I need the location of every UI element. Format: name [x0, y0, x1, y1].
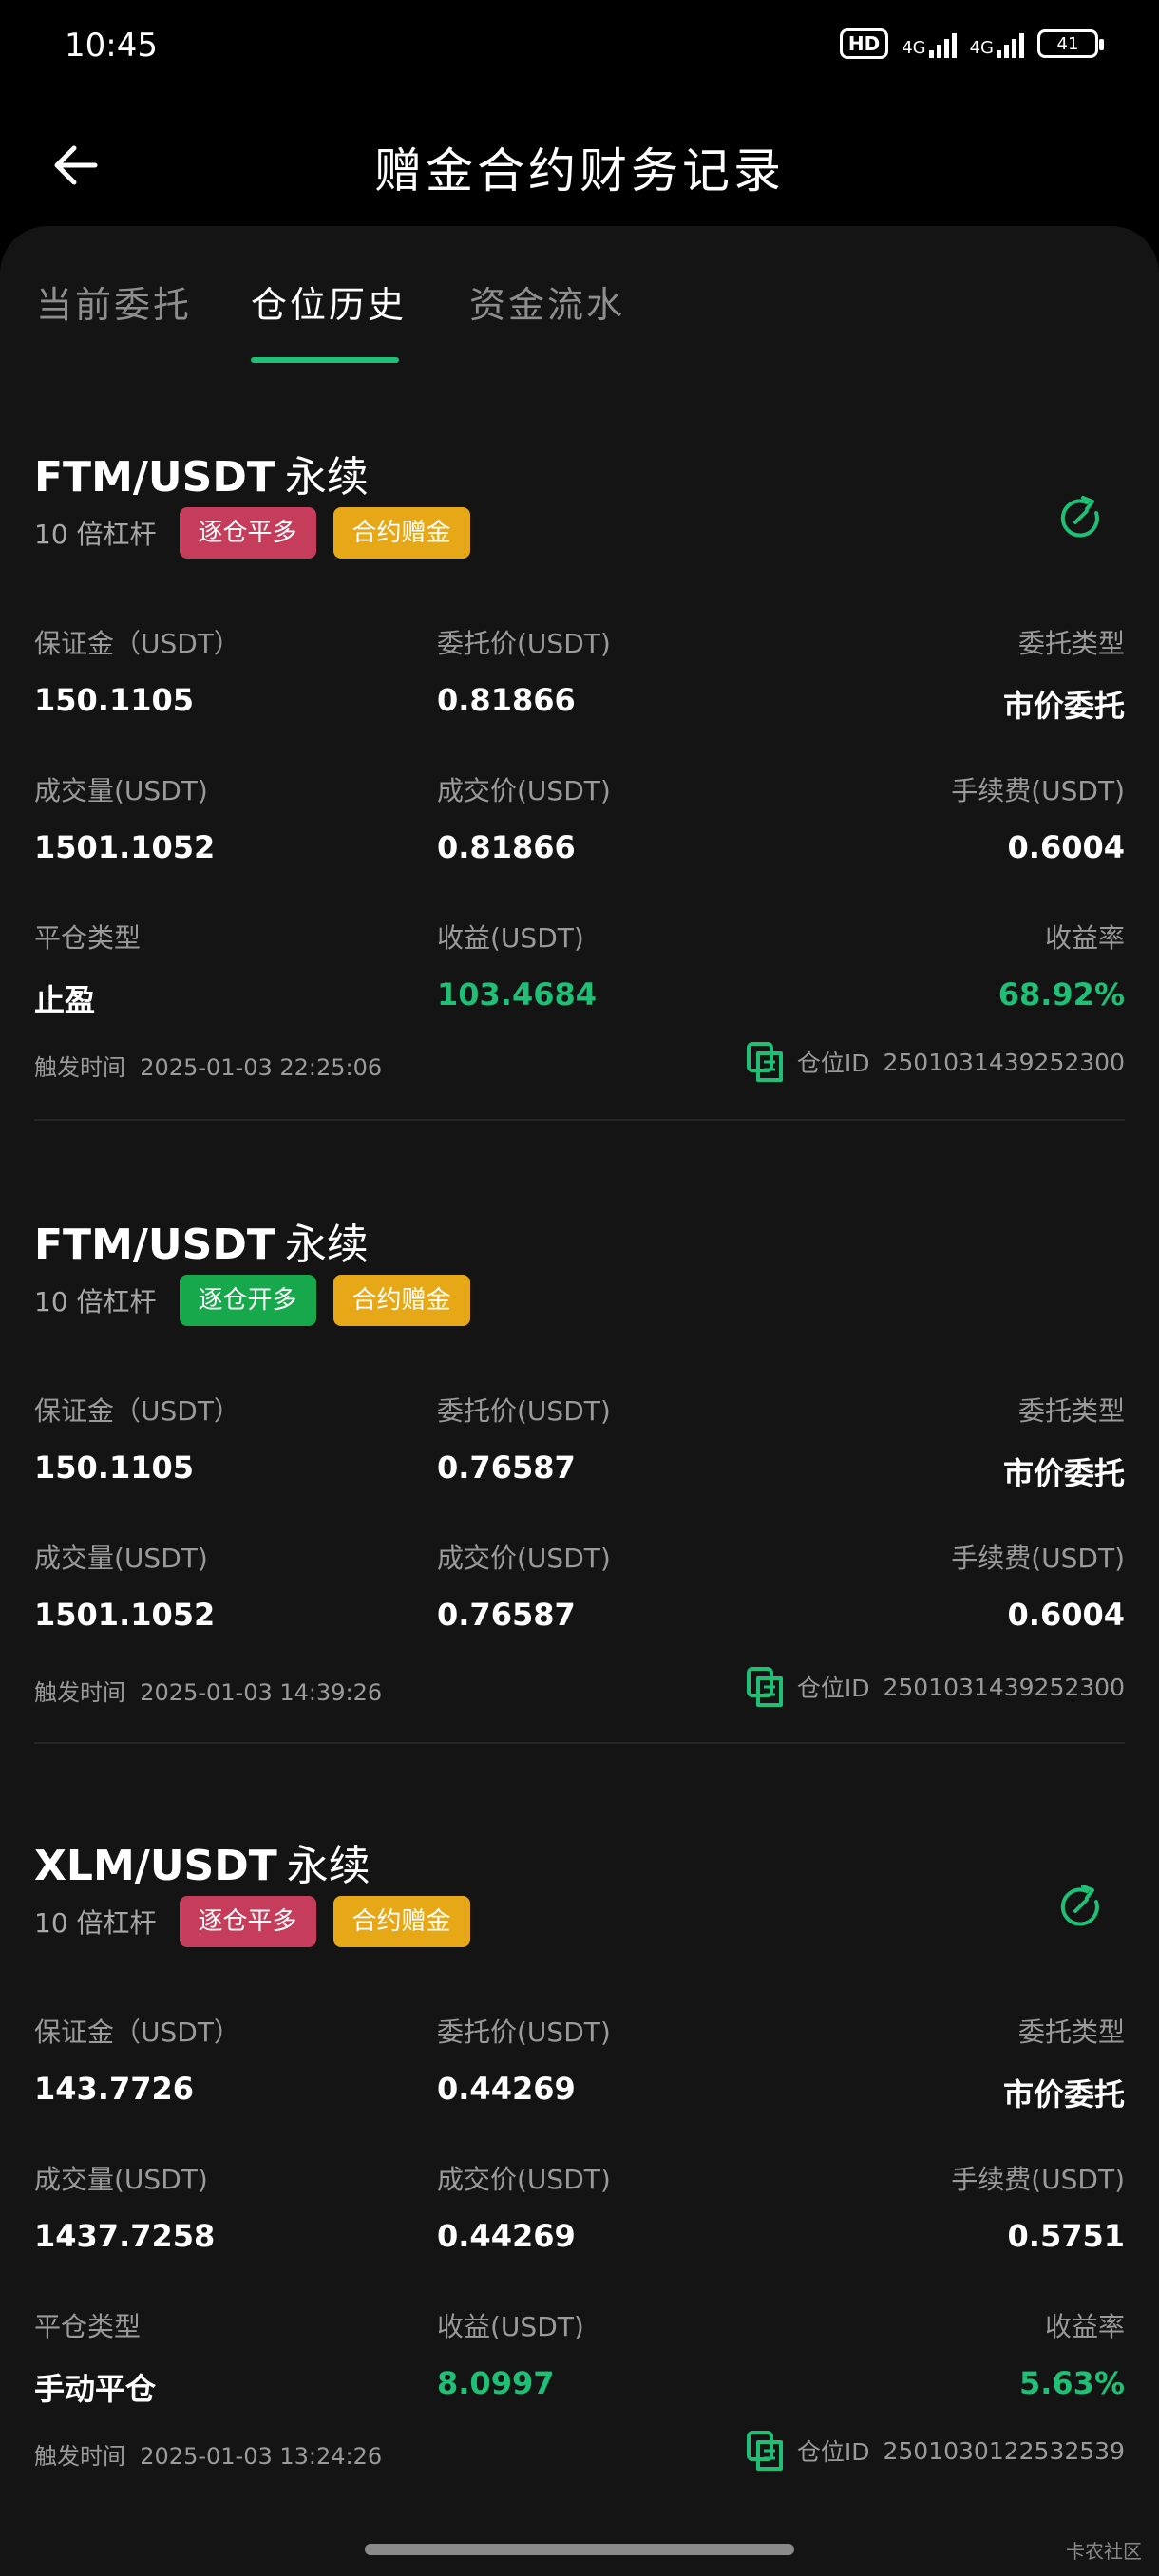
field-pnl: 收益(USDT) 8.0997	[437, 2311, 584, 2401]
field-volume: 成交量(USDT) 1501.1052	[34, 1543, 216, 1633]
position-record-card: FTM/USDT 永续 10 倍杠杆 逐仓开多 合约赠金 保证金（USDT） 150…	[34, 1210, 1125, 1809]
position-id: 仓位ID 2501031439252300	[746, 1666, 1125, 1708]
tab-bar: 当前委托 仓位历史 资金流水	[0, 226, 1159, 363]
contract-type: 永续	[284, 1221, 369, 1269]
trigger-time: 触发时间 2025-01-03 13:24:26	[34, 2443, 383, 2470]
bonus-tag: 合约赠金	[332, 1896, 470, 1947]
direction-tag: 逐仓开多	[179, 1275, 316, 1326]
status-time: 10:45	[65, 27, 158, 65]
field-roi: 收益率 68.92%	[998, 922, 1125, 1013]
hd-icon: HD	[839, 28, 889, 59]
refresh-icon[interactable]	[1054, 492, 1108, 545]
field-order-type: 委托类型 市价委托	[1002, 1395, 1125, 1491]
battery-icon: 41	[1037, 29, 1104, 58]
direction-tag: 逐仓平多	[179, 1896, 316, 1947]
position-record-card: FTM/USDT 永续 10 倍杠杆 逐仓平多 合约赠金 保证金（USDT） 150…	[34, 443, 1125, 1136]
field-margin: 保证金（USDT） 150.1105	[34, 628, 240, 718]
refresh-icon[interactable]	[1054, 1881, 1108, 1934]
record-footer: 触发时间 2025-01-03 22:25:06 仓位ID 25010314392…	[34, 1041, 1125, 1083]
field-fee: 手续费(USDT) 0.6004	[951, 775, 1125, 865]
field-pnl: 收益(USDT) 103.4684	[437, 922, 598, 1013]
field-roi: 收益率 5.63%	[1018, 2311, 1125, 2401]
field-fill-price: 成交价(USDT) 0.76587	[437, 1543, 611, 1633]
pair-title: XLM/USDT 永续	[34, 1831, 370, 1892]
record-footer: 触发时间 2025-01-03 13:24:26 仓位ID 25010301225…	[34, 2430, 1125, 2472]
record-footer: 触发时间 2025-01-03 14:39:26 仓位ID 25010314392…	[34, 1666, 1125, 1708]
copy-icon[interactable]	[746, 1666, 784, 1708]
field-margin: 保证金（USDT） 143.7726	[34, 2017, 240, 2107]
tab-current-orders[interactable]: 当前委托	[36, 275, 192, 328]
trigger-time: 触发时间 2025-01-03 14:39:26	[34, 1679, 383, 1706]
copy-icon[interactable]	[746, 1041, 784, 1083]
meta-row: 10 倍杠杆 逐仓开多 合约赠金	[34, 1275, 470, 1326]
copy-icon[interactable]	[746, 2430, 784, 2472]
pair-name: FTM/USDT	[34, 453, 276, 502]
field-order-price: 委托价(USDT) 0.44269	[437, 2017, 611, 2107]
field-margin: 保证金（USDT） 150.1105	[34, 1395, 240, 1486]
field-volume: 成交量(USDT) 1437.7258	[34, 2164, 216, 2254]
battery-level: 41	[1056, 33, 1079, 54]
bonus-tag: 合约赠金	[332, 507, 470, 559]
field-fill-price: 成交价(USDT) 0.81866	[437, 775, 611, 865]
position-record-card: XLM/USDT 永续 10 倍杠杆 逐仓平多 合约赠金 保证金（USDT） 143…	[34, 1831, 1125, 2534]
bonus-tag: 合约赠金	[332, 1275, 470, 1326]
meta-row: 10 倍杠杆 逐仓平多 合约赠金	[34, 507, 470, 559]
divider	[34, 1742, 1125, 1744]
field-order-price: 委托价(USDT) 0.81866	[437, 628, 611, 718]
status-icons: HD 4G 4G 41	[839, 28, 1104, 59]
field-close-type: 平仓类型 手动平仓	[34, 2311, 157, 2407]
field-fee: 手续费(USDT) 0.6004	[951, 1543, 1125, 1633]
pair-name: XLM/USDT	[34, 1842, 277, 1890]
leverage-label: 10 倍杠杆	[34, 1907, 157, 1939]
field-fill-price: 成交价(USDT) 0.44269	[437, 2164, 611, 2254]
signal-icon: 4G	[902, 29, 957, 58]
app-header: 赠金合约财务记录	[0, 95, 1159, 228]
pair-title: FTM/USDT 永续	[34, 443, 369, 503]
position-id: 仓位ID 2501031439252300	[746, 1041, 1125, 1083]
field-order-type: 委托类型 市价委托	[1002, 628, 1125, 724]
contract-type: 永续	[286, 1842, 370, 1890]
divider	[34, 1119, 1125, 1121]
field-close-type: 平仓类型 止盈	[34, 922, 142, 1018]
leverage-label: 10 倍杠杆	[34, 1286, 157, 1317]
network-type-1: 4G	[902, 38, 926, 58]
position-id: 仓位ID 2501030122532539	[746, 2430, 1125, 2472]
meta-row: 10 倍杠杆 逐仓平多 合约赠金	[34, 1896, 470, 1947]
content-sheet: 当前委托 仓位历史 资金流水 FTM/USDT 永续 10 倍杠杆 逐仓平多 合约…	[0, 226, 1159, 2576]
field-fee: 手续费(USDT) 0.5751	[951, 2164, 1125, 2254]
active-tab-indicator	[251, 357, 399, 363]
network-type-2: 4G	[969, 38, 994, 58]
field-volume: 成交量(USDT) 1501.1052	[34, 775, 216, 865]
status-bar: 10:45 HD 4G 4G 41	[0, 0, 1159, 95]
page-title: 赠金合约财务记录	[374, 143, 785, 199]
field-order-type: 委托类型 市价委托	[1002, 2017, 1125, 2112]
tab-position-history[interactable]: 仓位历史	[251, 275, 407, 328]
home-indicator[interactable]	[365, 2544, 794, 2555]
contract-type: 永续	[284, 453, 369, 502]
direction-tag: 逐仓平多	[179, 507, 316, 559]
watermark: 卡农社区	[1066, 2540, 1142, 2563]
signal-icon-2: 4G	[970, 29, 1024, 58]
trigger-time: 触发时间 2025-01-03 22:25:06	[34, 1054, 383, 1081]
leverage-label: 10 倍杠杆	[34, 519, 157, 550]
pair-title: FTM/USDT 永续	[34, 1210, 369, 1271]
field-order-price: 委托价(USDT) 0.76587	[437, 1395, 611, 1486]
tab-fund-flow[interactable]: 资金流水	[469, 275, 625, 328]
pair-name: FTM/USDT	[34, 1221, 276, 1269]
